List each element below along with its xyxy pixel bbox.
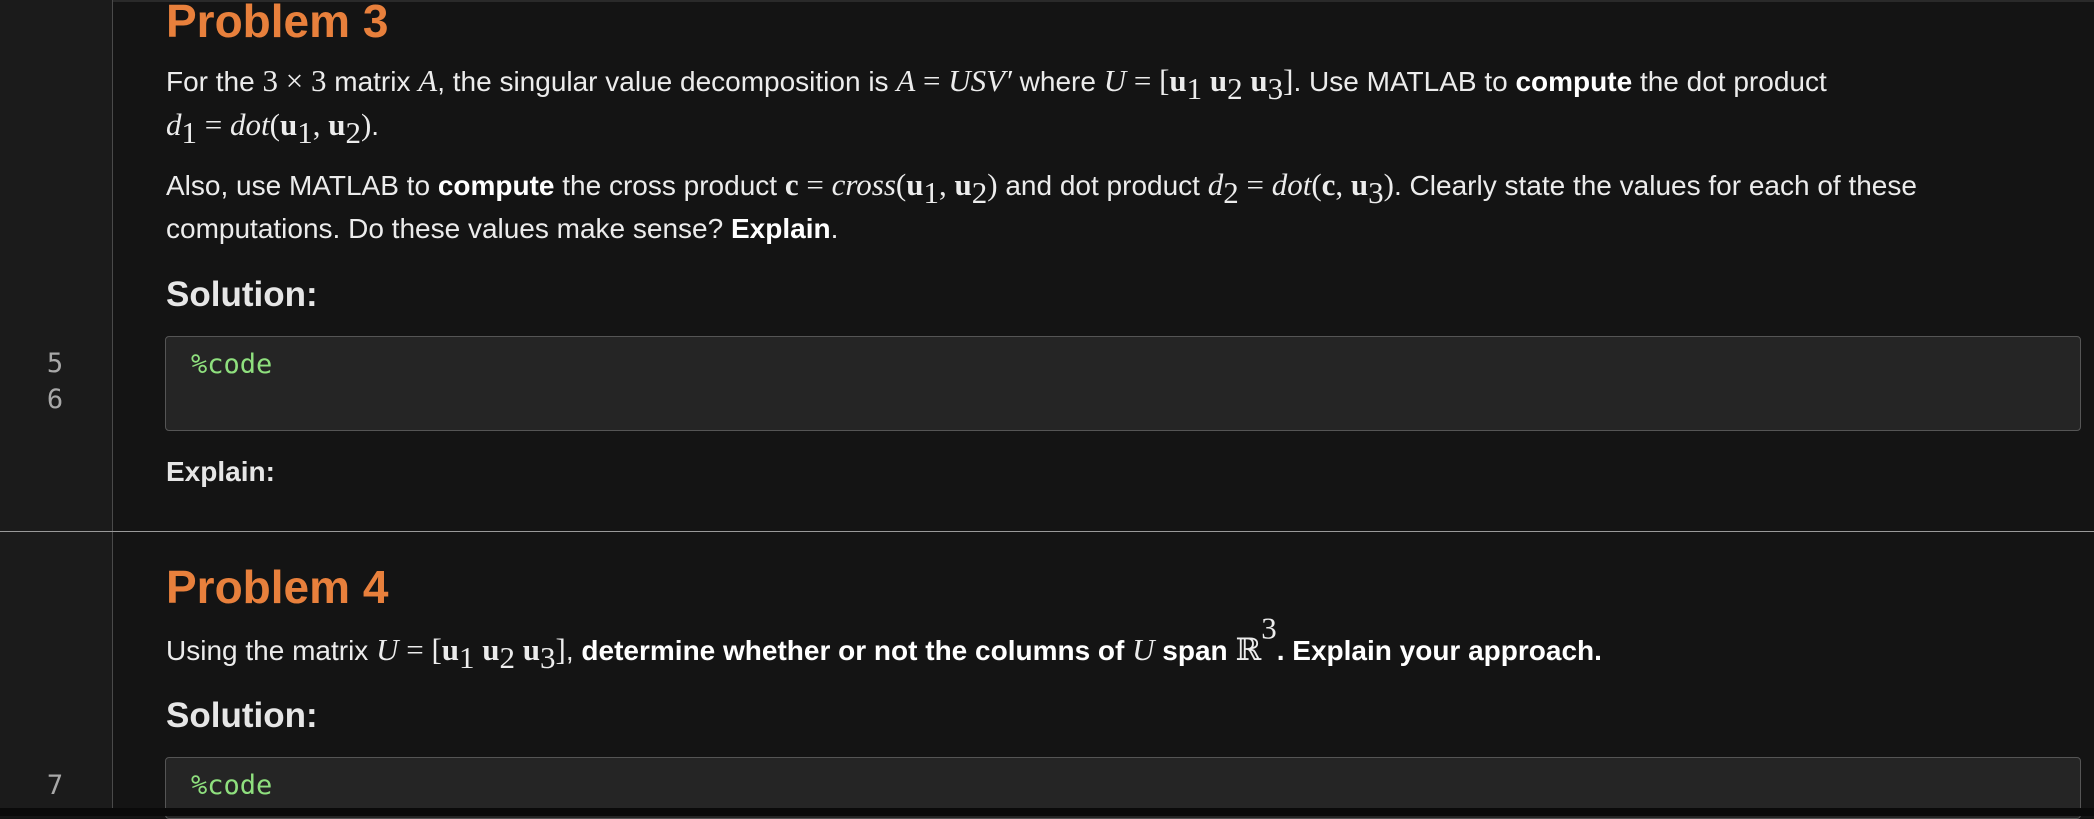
problem-3-code-editor[interactable]: %code [165, 336, 2081, 431]
problem-4-title: Problem 4 [166, 561, 389, 613]
problem-3-paragraph-1: For the 3 × 3 matrix A, the singular val… [166, 63, 1827, 150]
line-number: 7 [46, 770, 64, 801]
code-text[interactable]: %code [191, 349, 272, 380]
bottom-edge [0, 808, 2094, 816]
problem-3-paragraph-2: Also, use MATLAB to compute the cross pr… [166, 167, 1917, 244]
problem-3-solution-heading: Solution: [166, 275, 318, 314]
problem-3-title: Problem 3 [166, 0, 389, 47]
problem-4-paragraph: Using the matrix U = [u1 u2 u3], determi… [166, 610, 1602, 675]
cell-divider [0, 531, 2094, 532]
problem-3-explain-label: Explain: [166, 456, 275, 487]
code-text[interactable]: %code [191, 770, 272, 801]
line-number: 6 [46, 384, 64, 415]
line-number: 5 [46, 348, 64, 379]
problem-4-solution-heading: Solution: [166, 696, 318, 735]
